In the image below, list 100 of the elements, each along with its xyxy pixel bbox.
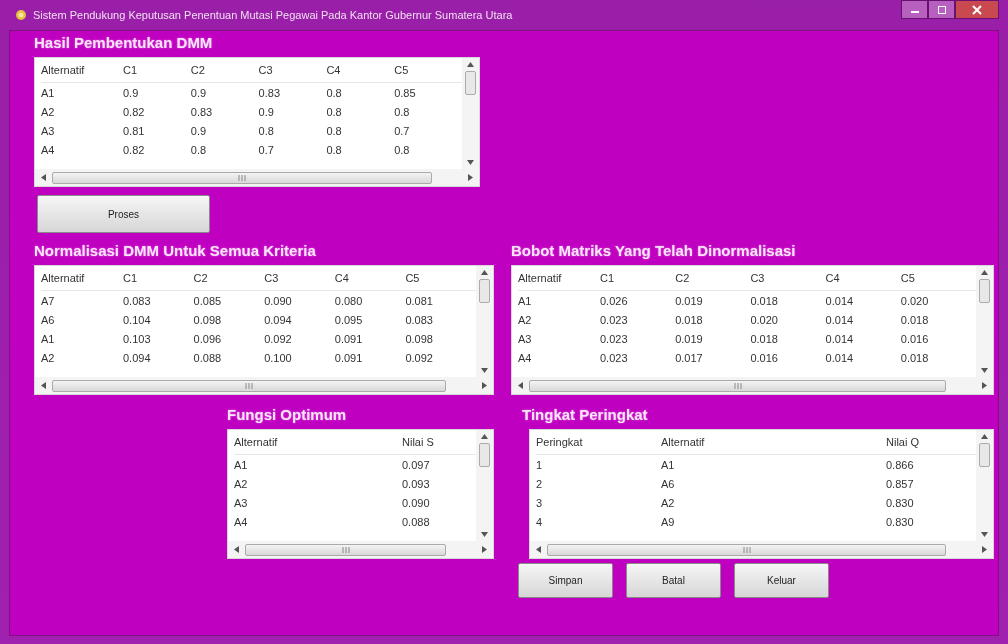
vertical-scrollbar[interactable] [462, 58, 479, 169]
table-cell-text: 0.9 [258, 105, 275, 118]
scroll-right-icon[interactable] [982, 546, 987, 553]
scroll-thumb[interactable] [979, 279, 990, 303]
table-cell-text: 0.8 [326, 124, 343, 137]
grip-icon [733, 382, 742, 389]
horizontal-scrollbar[interactable] [512, 377, 993, 394]
column-header[interactable]: C2 [193, 272, 265, 284]
vertical-scrollbar[interactable] [476, 430, 493, 541]
table-cell-text: 0.018 [750, 332, 779, 345]
scroll-thumb[interactable] [479, 279, 490, 303]
action-button[interactable]: Simpan [518, 563, 613, 598]
table-cell-text: 0.092 [405, 351, 434, 364]
column-header[interactable]: Peringkat [536, 436, 661, 448]
table-cell-text: 0.8 [326, 86, 343, 99]
action-button[interactable]: Keluar [734, 563, 829, 598]
table-cell-text: 0.090 [264, 294, 293, 307]
scroll-up-icon[interactable] [481, 434, 488, 439]
table-cell-text: A1 [234, 458, 249, 471]
table-cell-text: 0.088 [402, 515, 431, 528]
table-cell-text: 0.016 [750, 351, 779, 364]
table-cell-text: 0.088 [193, 351, 223, 364]
table-cell-text: 0.018 [675, 313, 704, 326]
scroll-thumb[interactable] [529, 379, 946, 392]
scroll-down-icon[interactable] [481, 368, 488, 373]
action-button[interactable]: Batal [626, 563, 721, 598]
column-header[interactable]: Alternatif [234, 436, 402, 448]
horizontal-scrollbar[interactable] [530, 541, 993, 558]
maximize-button[interactable] [928, 0, 955, 19]
column-header[interactable]: C5 [900, 272, 976, 284]
table-cell-text: A1 [41, 332, 56, 345]
column-header[interactable]: C4 [334, 272, 406, 284]
scroll-right-icon[interactable] [482, 382, 487, 389]
column-header[interactable]: Alternatif [661, 436, 886, 448]
scroll-left-icon[interactable] [41, 174, 46, 181]
table-cell-text: 0.857 [886, 477, 915, 490]
column-header[interactable]: C4 [326, 64, 395, 76]
section-heading: Bobot Matriks Yang Telah Dinormalisasi [511, 241, 797, 261]
scroll-down-icon[interactable] [981, 532, 988, 537]
column-header[interactable]: C3 [264, 272, 335, 284]
table-cell-text: 4 [536, 515, 544, 528]
scroll-up-icon[interactable] [981, 434, 988, 439]
table-cell-text: 0.093 [402, 477, 431, 490]
table-cell-text: A2 [234, 477, 249, 490]
horizontal-scrollbar[interactable] [35, 377, 493, 394]
scroll-right-icon[interactable] [982, 382, 987, 389]
scroll-down-icon[interactable] [981, 368, 988, 373]
scroll-down-icon[interactable] [481, 532, 488, 537]
scroll-thumb[interactable] [479, 443, 490, 467]
scroll-up-icon[interactable] [981, 270, 988, 275]
maximize-icon [936, 5, 947, 14]
vertical-scrollbar[interactable] [976, 430, 993, 541]
process-button[interactable]: Proses [37, 195, 210, 233]
scroll-left-icon[interactable] [518, 382, 523, 389]
scroll-right-icon[interactable] [482, 546, 487, 553]
column-header[interactable]: C2 [675, 272, 751, 284]
table-cell-text: 0.7 [394, 124, 411, 137]
scroll-left-icon[interactable] [234, 546, 239, 553]
column-header[interactable]: C5 [405, 272, 476, 284]
column-header[interactable]: Alternatif [41, 272, 123, 284]
column-header[interactable]: C1 [123, 272, 194, 284]
table-cell-text: 0.023 [600, 351, 629, 364]
scroll-up-icon[interactable] [467, 62, 474, 67]
column-header[interactable]: C4 [825, 272, 901, 284]
vertical-scrollbar[interactable] [976, 266, 993, 377]
scroll-thumb[interactable] [979, 443, 990, 467]
table-cell-text: A2 [661, 496, 676, 509]
column-header[interactable]: C2 [190, 64, 259, 76]
table-cell-text: A3 [234, 496, 249, 509]
horizontal-scrollbar[interactable] [228, 541, 493, 558]
table-cell-text: 0.080 [334, 294, 364, 307]
column-header[interactable]: Alternatif [518, 272, 600, 284]
column-header[interactable]: C1 [123, 64, 191, 76]
table-cell-text: 0.020 [750, 313, 779, 326]
scroll-left-icon[interactable] [41, 382, 46, 389]
column-header[interactable]: C3 [258, 64, 327, 76]
column-header[interactable]: C5 [394, 64, 462, 76]
column-header[interactable]: C3 [750, 272, 826, 284]
table-cell-text: A6 [661, 477, 676, 490]
column-header[interactable]: Nilai S [402, 436, 476, 448]
minimize-button[interactable] [901, 0, 928, 19]
scroll-up-icon[interactable] [481, 270, 488, 275]
column-header[interactable]: C1 [600, 272, 676, 284]
horizontal-scrollbar[interactable] [35, 169, 479, 186]
scroll-left-icon[interactable] [536, 546, 541, 553]
scroll-thumb[interactable] [52, 379, 446, 392]
grip-icon [245, 382, 253, 389]
section-heading: Hasil Pembentukan DMM [34, 33, 214, 53]
table-cell-text: 0.095 [334, 313, 364, 326]
column-header[interactable]: Alternatif [41, 64, 123, 76]
scroll-thumb[interactable] [52, 171, 432, 184]
column-header[interactable]: Nilai Q [886, 436, 976, 448]
scroll-thumb[interactable] [547, 543, 946, 556]
scroll-down-icon[interactable] [467, 160, 474, 165]
scroll-thumb[interactable] [245, 543, 446, 556]
scroll-right-icon[interactable] [468, 174, 473, 181]
table-cell-text: 0.014 [825, 351, 855, 364]
scroll-thumb[interactable] [465, 71, 476, 95]
vertical-scrollbar[interactable] [476, 266, 493, 377]
close-button[interactable] [955, 0, 999, 19]
